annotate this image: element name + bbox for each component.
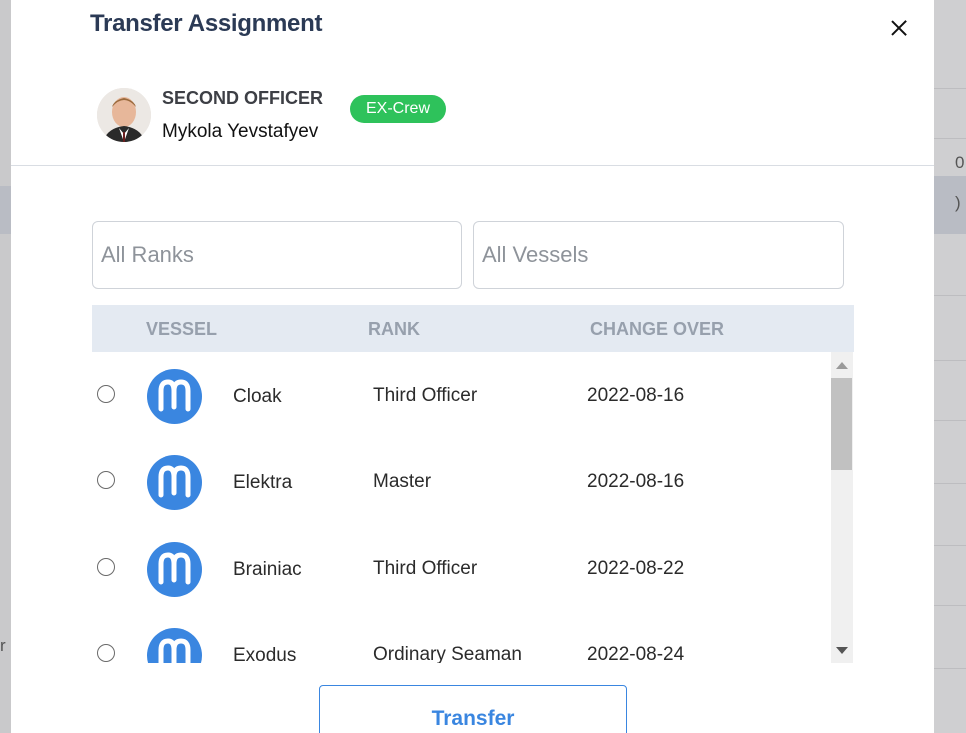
rank-value: Master <box>373 471 432 492</box>
status-badge: EX-Crew <box>350 95 447 123</box>
background-divider <box>934 483 966 484</box>
rank-value: Third Officer <box>373 558 478 579</box>
table-row[interactable]: Elektra Master 2022-08-16 <box>92 438 832 524</box>
vessel-logo-icon <box>147 542 202 597</box>
vessel-name: Brainiac <box>233 559 302 580</box>
background-divider <box>934 138 966 139</box>
transfer-assignment-modal: Transfer Assignment SECOND OFFICER Mykol… <box>11 0 934 733</box>
table-header: VESSEL RANK CHANGE OVER <box>92 305 854 352</box>
background-divider <box>934 668 966 669</box>
background-divider <box>934 88 966 89</box>
vessel-name: Exodus <box>233 645 297 663</box>
modal-title: Transfer Assignment <box>90 10 323 37</box>
crew-rank: SECOND OFFICER <box>162 88 324 108</box>
vessel-logo-icon <box>147 628 202 663</box>
vessel-name: Cloak <box>233 386 282 407</box>
scroll-down-arrow-icon[interactable] <box>836 647 848 654</box>
row-radio[interactable] <box>97 558 115 576</box>
background-left-band <box>0 186 11 234</box>
change-over-date: 2022-08-16 <box>587 471 685 492</box>
change-over-date: 2022-08-16 <box>587 385 685 406</box>
crew-header: Transfer Assignment SECOND OFFICER Mykol… <box>11 0 934 166</box>
scroll-thumb[interactable] <box>831 378 852 470</box>
scroll-up-arrow-icon[interactable] <box>836 362 848 369</box>
column-header-change-over: CHANGE OVER <box>590 319 725 339</box>
background-text-fragment: 0 <box>955 153 965 172</box>
transfer-button[interactable]: Transfer <box>319 685 627 733</box>
avatar <box>97 88 151 142</box>
background-right-edge <box>934 0 966 733</box>
change-over-date: 2022-08-22 <box>587 558 685 579</box>
crew-name: Mykola Yevstafyev <box>162 121 319 142</box>
row-radio[interactable] <box>97 385 115 403</box>
background-divider <box>934 295 966 296</box>
background-divider <box>934 420 966 421</box>
row-radio[interactable] <box>97 471 115 489</box>
close-icon[interactable] <box>885 14 913 42</box>
background-divider <box>934 360 966 361</box>
vessels-filter-select[interactable]: All Vessels <box>473 221 844 289</box>
change-over-date: 2022-08-24 <box>587 644 685 663</box>
table-row[interactable]: Exodus Ordinary Seaman 2022-08-24 <box>92 611 832 663</box>
background-left-edge <box>0 0 11 733</box>
background-right-band <box>934 176 966 234</box>
background-divider <box>934 605 966 606</box>
table-scrollbar[interactable] <box>831 352 853 663</box>
vessel-name: Elektra <box>233 472 293 493</box>
vessel-table-body: Cloak Third Officer 2022-08-16 Elektra M… <box>92 352 854 663</box>
row-radio[interactable] <box>97 644 115 662</box>
vessel-logo-icon <box>147 455 202 510</box>
table-row[interactable]: Brainiac Third Officer 2022-08-22 <box>92 525 832 611</box>
column-header-rank: RANK <box>368 319 420 339</box>
background-divider <box>934 545 966 546</box>
background-text-fragment: r <box>0 636 6 655</box>
background-text-fragment: ) <box>955 193 961 212</box>
rank-value: Ordinary Seaman <box>373 644 522 663</box>
table-row[interactable]: Cloak Third Officer 2022-08-16 <box>92 352 832 438</box>
vessel-logo-icon <box>147 369 202 424</box>
rank-value: Third Officer <box>373 385 478 406</box>
ranks-filter-select[interactable]: All Ranks <box>92 221 462 289</box>
column-header-vessel: VESSEL <box>146 319 218 339</box>
